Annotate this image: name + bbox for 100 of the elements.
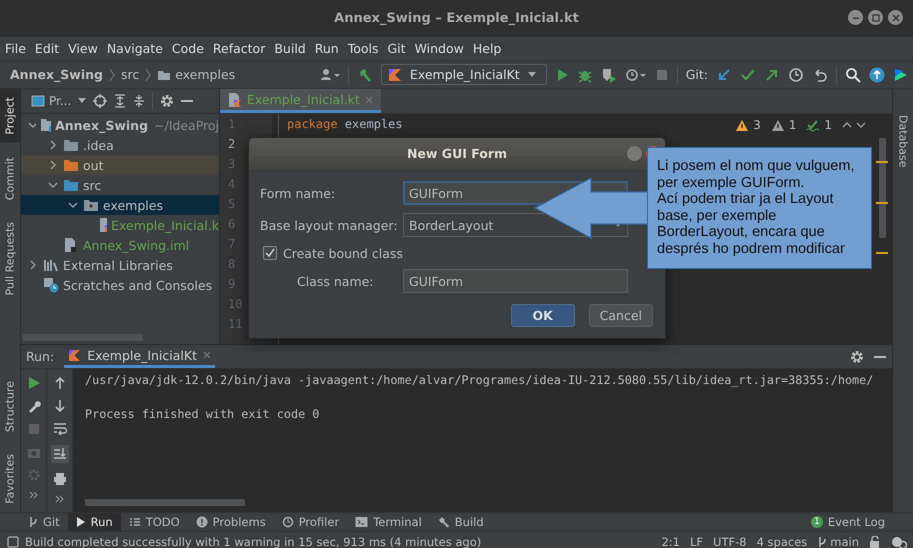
- inspection-count[interactable]: 1: [824, 118, 832, 132]
- settings-icon[interactable]: [160, 94, 174, 108]
- update-icon[interactable]: [869, 66, 885, 82]
- tool-window-button[interactable]: Terminal: [347, 513, 430, 531]
- tree-item[interactable]: Annex_Swing ~/IdeaProj: [21, 115, 219, 135]
- warning-icon[interactable]: [735, 118, 750, 132]
- inspector-icon[interactable]: [891, 535, 907, 548]
- arrow-down-icon[interactable]: [52, 399, 66, 413]
- scratches-icon: [43, 277, 59, 293]
- tree-item[interactable]: src: [21, 175, 219, 195]
- clock-icon[interactable]: [788, 66, 804, 82]
- tool-window-tab[interactable]: Favorites: [0, 446, 20, 512]
- input-field[interactable]: GUIForm: [403, 269, 628, 293]
- close-button[interactable]: [888, 10, 903, 25]
- run-configuration-dropdown[interactable]: Exemple_InicialKt: [380, 64, 547, 85]
- scrollbar[interactable]: [85, 499, 245, 506]
- spellcheck-icon[interactable]: [806, 118, 820, 132]
- close-icon[interactable]: [202, 351, 211, 359]
- tree-item[interactable]: .idea: [21, 135, 219, 155]
- toolbox-icon[interactable]: [893, 66, 909, 82]
- ok-button[interactable]: OK: [510, 304, 575, 327]
- coverage-icon[interactable]: [600, 66, 617, 82]
- folder-icon: [63, 178, 79, 192]
- menu-item[interactable]: Run: [314, 41, 339, 56]
- tool-window-tab[interactable]: Structure: [0, 373, 20, 440]
- tool-window-button[interactable]: Build: [430, 513, 492, 531]
- tree-item[interactable]: Scratches and Consoles: [21, 275, 219, 295]
- more-icon[interactable]: [54, 495, 64, 503]
- expand-all-icon[interactable]: [114, 94, 126, 108]
- info-icon: [196, 516, 208, 528]
- inspection-count[interactable]: 1: [788, 118, 796, 132]
- caret-icon: [528, 72, 536, 78]
- tool-window-button[interactable]: Problems: [188, 513, 274, 531]
- wrench-icon[interactable]: [26, 399, 40, 413]
- menu-item[interactable]: Code: [172, 41, 204, 56]
- checkmark-icon[interactable]: [740, 66, 756, 82]
- collapse-all-icon[interactable]: [133, 94, 146, 108]
- menu-item[interactable]: Tools: [348, 41, 378, 56]
- tool-window-tab[interactable]: Project: [0, 89, 20, 143]
- status-item[interactable]: UTF-8: [713, 535, 747, 548]
- kotlin-icon: [68, 348, 82, 362]
- status-item[interactable]: LF: [690, 535, 704, 548]
- tool-window-button[interactable]: Run: [68, 513, 121, 531]
- field-label: Base layout manager:: [260, 218, 399, 232]
- tree-item[interactable]: Exemple_Inicial.k: [21, 215, 219, 235]
- maximize-button[interactable]: [868, 10, 883, 25]
- profile-icon[interactable]: [624, 66, 647, 82]
- menu-item[interactable]: Navigate: [106, 41, 163, 56]
- search-icon[interactable]: [845, 66, 861, 82]
- field-label: Form name:: [260, 186, 336, 200]
- branch-widget[interactable]: main: [817, 535, 859, 548]
- target-icon[interactable]: [93, 94, 108, 108]
- checkbox-label[interactable]: Create bound class: [283, 246, 403, 260]
- chevron-icon: [145, 68, 152, 82]
- tree-item[interactable]: out: [21, 155, 219, 175]
- arrow-icon[interactable]: [716, 66, 732, 82]
- tree-item[interactable]: External Libraries: [21, 255, 219, 275]
- status-item[interactable]: 2:1: [661, 535, 680, 548]
- more-icon[interactable]: [28, 491, 38, 499]
- run-icon[interactable]: [26, 376, 40, 390]
- caret-icon[interactable]: [78, 98, 86, 104]
- tool-window-tab[interactable]: Database: [893, 107, 913, 176]
- lock-icon[interactable]: [869, 536, 881, 548]
- menu-item[interactable]: Build: [274, 41, 306, 56]
- minimize-icon[interactable]: [874, 354, 886, 358]
- inspection-count[interactable]: 3: [753, 118, 761, 132]
- settings-icon[interactable]: [850, 350, 864, 364]
- menu-item[interactable]: Edit: [34, 41, 60, 56]
- minimize-button[interactable]: [848, 10, 863, 25]
- menu-item[interactable]: View: [68, 41, 98, 56]
- menu-item[interactable]: Window: [414, 41, 464, 56]
- tool-window-button[interactable]: TODO: [120, 513, 188, 531]
- tool-window-button[interactable]: Profiler: [274, 513, 348, 531]
- breadcrumb[interactable]: exemples: [175, 67, 236, 82]
- tool-window-button[interactable]: Git: [20, 513, 68, 531]
- minimize-icon[interactable]: [181, 99, 194, 103]
- breadcrumb[interactable]: Annex_Swing: [10, 67, 103, 82]
- breadcrumb[interactable]: src: [120, 67, 140, 82]
- soft-wrap-icon[interactable]: [52, 422, 66, 436]
- arrow-up-icon[interactable]: [52, 376, 66, 390]
- checkbox[interactable]: [263, 246, 277, 260]
- tool-window-tab[interactable]: Commit: [0, 148, 20, 208]
- tree-item[interactable]: Annex_Swing.iml: [21, 235, 219, 255]
- panel-title[interactable]: Pr...: [49, 94, 72, 108]
- menu-item[interactable]: Git: [388, 41, 406, 56]
- panel-toggle-icon[interactable]: [7, 536, 19, 548]
- tree-item[interactable]: exemples: [21, 195, 219, 215]
- tool-window-tab[interactable]: Pull Requests: [0, 214, 20, 304]
- user-icon[interactable]: [320, 68, 340, 82]
- event-log-button[interactable]: 1 Event Log: [802, 513, 913, 531]
- scroll-to-end-icon[interactable]: [50, 445, 68, 463]
- menu-item[interactable]: Help: [472, 41, 502, 56]
- branch-icon: [28, 516, 38, 528]
- scrollbar[interactable]: [879, 138, 886, 238]
- warning-icon[interactable]: [770, 118, 785, 132]
- menu-item[interactable]: File: [5, 41, 26, 56]
- cancel-button[interactable]: Cancel: [588, 304, 653, 327]
- window-icon: [31, 95, 45, 107]
- printer-icon[interactable]: [52, 472, 66, 486]
- menu-item[interactable]: Refactor: [212, 41, 266, 56]
